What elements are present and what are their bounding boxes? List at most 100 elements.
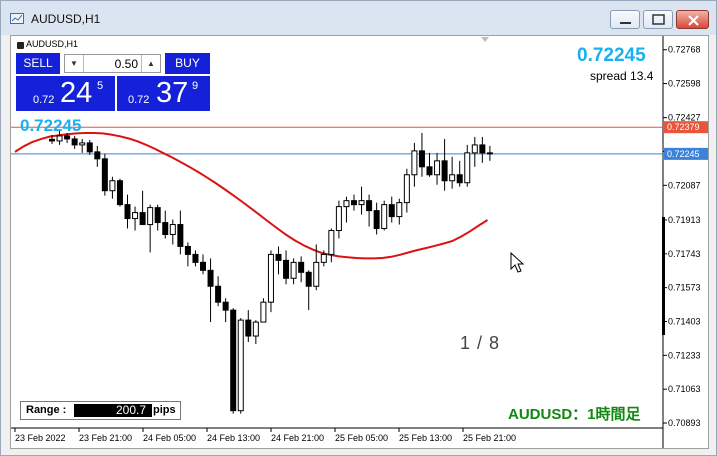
candle-bearish xyxy=(388,204,395,218)
page-indicator: 1 / 8 xyxy=(460,333,501,353)
lot-increase-button[interactable]: ▲ xyxy=(141,55,160,72)
candle-bearish xyxy=(215,285,222,303)
candle-bullish xyxy=(290,261,297,279)
candle-bearish xyxy=(351,200,357,206)
time-tick-label: 25 Feb 21:00 xyxy=(463,433,516,443)
candle-bullish xyxy=(396,202,403,218)
symbol-marker-icon xyxy=(17,42,24,49)
price-tick-label: 0.72598 xyxy=(668,79,701,89)
candle-bullish xyxy=(449,174,456,182)
time-tick-label: 25 Feb 13:00 xyxy=(399,433,452,443)
price-tick-label: 0.71913 xyxy=(668,215,701,225)
candle-bullish xyxy=(267,253,274,303)
time-tick-label: 23 Feb 2022 xyxy=(15,433,66,443)
candle-bearish xyxy=(177,224,184,247)
candle-bearish xyxy=(418,150,425,168)
candle-bearish xyxy=(184,245,191,255)
candle-bullish xyxy=(320,253,327,263)
buy-quote[interactable]: 0.72 37 9 xyxy=(117,76,210,111)
candle-bearish xyxy=(275,253,282,261)
price-chart[interactable]: 0.727680.725980.724270.722570.720870.719… xyxy=(11,36,708,448)
candle-bearish xyxy=(101,158,108,192)
spread-text: spread 13.4 xyxy=(590,69,654,83)
candle-bullish xyxy=(471,144,478,154)
bid-price: 0.72245 xyxy=(577,45,646,66)
range-panel: Range : 200.7 pips xyxy=(20,401,181,420)
candle-bearish xyxy=(456,174,463,184)
minimize-icon xyxy=(620,22,631,24)
time-tick-label: 24 Feb 05:00 xyxy=(143,433,196,443)
candle-bullish xyxy=(109,180,116,192)
sell-quote[interactable]: 0.72 24 5 xyxy=(16,76,115,111)
buy-price-prefix: 0.72 xyxy=(128,94,150,106)
chart-area[interactable]: 0.727680.725980.724270.722570.720870.719… xyxy=(10,35,709,449)
candle-bullish xyxy=(343,200,350,208)
candle-bullish xyxy=(464,152,471,184)
lot-stepper[interactable]: ▼ 0.50 ▲ xyxy=(64,54,161,73)
restore-button[interactable] xyxy=(643,10,673,29)
title-bar[interactable]: AUDUSD,H1 xyxy=(1,1,716,35)
candle-bearish xyxy=(441,160,448,182)
lot-input[interactable]: 0.50 xyxy=(115,57,138,71)
price-tick-label: 0.70893 xyxy=(668,418,701,428)
candle-bearish xyxy=(49,138,55,142)
candle-bearish xyxy=(162,222,169,235)
price-tick-label: 0.71403 xyxy=(668,316,701,326)
candle-bearish xyxy=(200,261,206,271)
candle-bullish xyxy=(335,206,342,232)
candle-bearish xyxy=(154,207,161,224)
candle-bearish xyxy=(116,180,123,206)
candle-bullish xyxy=(79,142,86,146)
sell-button[interactable]: SELL xyxy=(16,53,60,74)
range-value: 200.7 xyxy=(74,404,152,417)
chart-window: AUDUSD,H1 0.727680.725980.724270.722570.… xyxy=(0,0,717,456)
candle-bearish xyxy=(230,309,237,412)
time-tick-label: 24 Feb 13:00 xyxy=(207,433,260,443)
price-tick-label: 0.72427 xyxy=(668,113,701,123)
mouse-cursor-icon xyxy=(510,251,525,273)
price-tick-label: 0.71743 xyxy=(668,249,701,259)
candle-bearish xyxy=(64,135,71,140)
buy-price-fraction: 9 xyxy=(192,80,199,92)
candle-bearish xyxy=(298,261,305,273)
minimize-button[interactable] xyxy=(610,10,640,29)
candle-bearish xyxy=(486,152,493,155)
price-tag-label: 0.72379 xyxy=(667,122,700,132)
price-tick-label: 0.72087 xyxy=(668,180,701,190)
close-button[interactable] xyxy=(676,10,709,29)
candle-bullish xyxy=(260,301,267,323)
candle-bullish xyxy=(328,230,335,255)
candle-bearish xyxy=(124,204,131,220)
candle-bullish xyxy=(403,174,410,204)
candle-bullish xyxy=(411,150,418,176)
candle-bearish xyxy=(207,269,214,287)
candle-bullish xyxy=(237,319,244,412)
range-label: Range : xyxy=(26,404,67,416)
restore-icon xyxy=(652,14,665,25)
symbol-label: AUDUSD,H1 xyxy=(26,39,79,49)
candle-bullish xyxy=(434,160,441,176)
close-icon xyxy=(688,15,699,26)
candle-bullish xyxy=(381,204,388,230)
vertical-scrollbar xyxy=(662,217,665,335)
time-tick-label: 24 Feb 21:00 xyxy=(271,433,324,443)
candle-bearish xyxy=(426,166,433,176)
candle-bearish xyxy=(94,151,101,160)
candle-bullish xyxy=(313,261,320,287)
candle-bearish xyxy=(366,200,373,212)
buy-button[interactable]: BUY xyxy=(165,53,210,74)
sell-price-main: 24 xyxy=(60,77,93,109)
price-overlay: 0.72245 xyxy=(20,116,82,135)
chart-shift-marker-icon xyxy=(481,37,489,42)
range-unit: pips xyxy=(153,404,176,416)
pair-timeframe-label: AUDUSD：1時間足 xyxy=(508,406,641,423)
candle-bearish xyxy=(245,319,252,337)
buy-price-main: 37 xyxy=(156,77,189,109)
price-tick-label: 0.71233 xyxy=(668,350,701,360)
price-tick-label: 0.71573 xyxy=(668,283,701,293)
price-tag-label: 0.72245 xyxy=(667,149,700,159)
candle-bullish xyxy=(56,135,63,142)
sell-price-fraction: 5 xyxy=(97,80,104,92)
lot-decrease-button[interactable]: ▼ xyxy=(65,55,84,72)
candle-bearish xyxy=(71,138,78,146)
